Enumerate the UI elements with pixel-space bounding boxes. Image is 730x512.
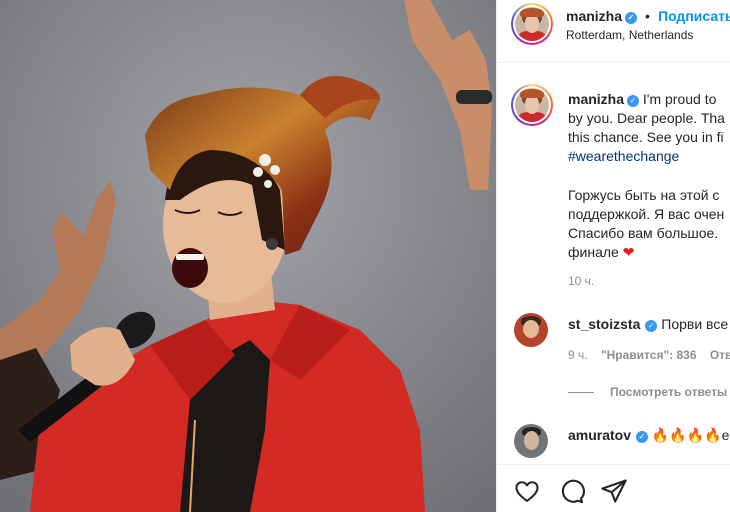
- comment-text: 🔥🔥🔥🔥ее: [651, 427, 730, 443]
- performer-illustration: [0, 0, 496, 512]
- comment-meta: 9 ч. "Нравится": 836 Отв: [568, 348, 730, 362]
- caption-line-1: manizha ✓ I'm proud to: [568, 90, 730, 109]
- view-replies-label[interactable]: Посмотреть ответы: [610, 385, 727, 399]
- caption-author-avatar[interactable]: [511, 84, 553, 126]
- like-button[interactable]: [513, 477, 541, 505]
- share-icon: [601, 479, 627, 503]
- comment-timestamp[interactable]: 9 ч.: [568, 348, 588, 362]
- header-separator: •: [645, 8, 650, 24]
- caption-text-en-3: this chance. See you in fi: [568, 129, 724, 145]
- red-heart-icon: ❤: [622, 244, 635, 260]
- hashtag-link[interactable]: #wearethechange: [568, 147, 730, 166]
- follow-button[interactable]: Подписаться: [658, 8, 730, 24]
- caption-username[interactable]: manizha: [568, 91, 624, 107]
- comment-username[interactable]: st_stoizsta: [568, 316, 640, 332]
- comment-row: st_stoizsta ✓ Порви все: [568, 316, 728, 332]
- post-caption: manizha ✓ I'm proud to by you. Dear peopl…: [568, 90, 730, 262]
- author-avatar[interactable]: [511, 3, 553, 45]
- author-username-link[interactable]: manizha ✓: [566, 8, 638, 24]
- share-button[interactable]: [600, 477, 628, 505]
- comment-icon: [561, 479, 585, 504]
- verified-icon: ✓: [625, 12, 638, 24]
- comment-button[interactable]: [557, 477, 585, 505]
- comment-avatar[interactable]: [514, 424, 548, 458]
- caption-text-en-2: by you. Dear people. Tha: [568, 110, 725, 126]
- reply-button[interactable]: Отв: [710, 348, 730, 362]
- comment-row: amuratov ✓ 🔥🔥🔥🔥ее: [568, 427, 730, 444]
- caption-timestamp[interactable]: 10 ч.: [568, 274, 594, 288]
- post-header: manizha✓ • Подписаться Rotterdam, Nether…: [497, 0, 730, 63]
- post-side-panel: manizha✓ • Подписаться Rotterdam, Nether…: [496, 0, 730, 512]
- caption-text-ru-4-line: финале ❤: [568, 243, 730, 262]
- heart-icon: [515, 481, 539, 502]
- comment-avatar[interactable]: [514, 313, 548, 347]
- caption-text-ru-1: Горжусь быть на этой с: [568, 187, 720, 203]
- comment-text: Порви все: [661, 316, 729, 332]
- post-actions-bar: [497, 464, 730, 512]
- author-username[interactable]: manizha: [566, 8, 622, 24]
- verified-icon: ✓: [627, 95, 640, 107]
- post-photo[interactable]: [0, 0, 496, 512]
- caption-text-en-1: I'm proud to: [642, 91, 717, 107]
- view-replies-divider: [568, 392, 594, 394]
- comment-likes[interactable]: "Нравится": 836: [601, 348, 697, 362]
- verified-icon: ✓: [645, 320, 658, 332]
- comment-username[interactable]: amuratov: [568, 427, 631, 443]
- caption-text-ru-4: финале: [568, 244, 619, 260]
- location-link[interactable]: Rotterdam, Netherlands: [566, 28, 693, 42]
- verified-icon: ✓: [636, 431, 649, 443]
- caption-text-ru-2: поддержкой. Я вас очен: [568, 206, 725, 222]
- view-replies-button[interactable]: Посмотреть ответы: [568, 385, 727, 399]
- caption-text-ru-3: Спасибо вам большое.: [568, 225, 719, 241]
